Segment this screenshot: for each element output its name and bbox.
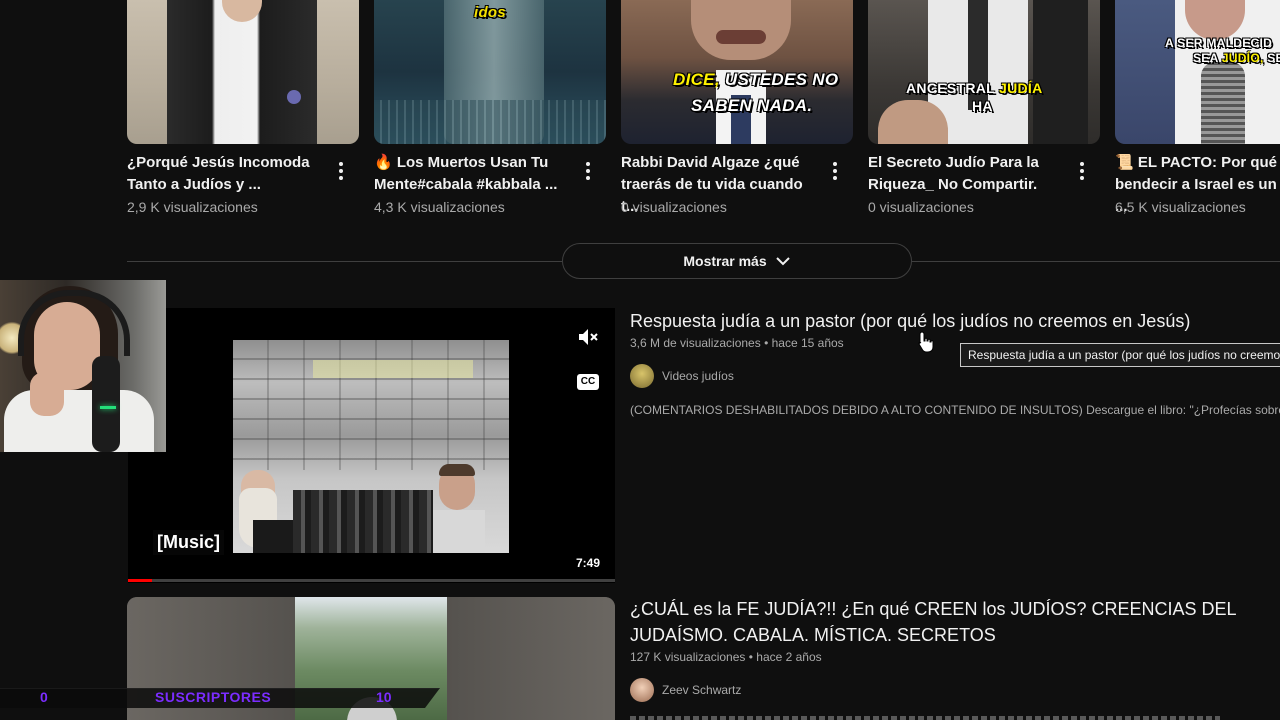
subscriber-count: 0	[40, 689, 48, 705]
channel-avatar[interactable]	[630, 678, 654, 702]
thumbnail-caption: SABEN NADA.	[691, 96, 813, 115]
short-thumbnail[interactable]	[127, 0, 359, 144]
subscriber-goal-bar: 0 SUSCRIPTORES 10	[0, 688, 440, 708]
subscriber-goal: 10	[376, 689, 392, 705]
more-options-icon[interactable]	[829, 160, 841, 182]
thumbnail-caption: A SER MALDECID	[1165, 36, 1273, 50]
rabbi-figure	[233, 470, 293, 553]
show-more-button[interactable]: Mostrar más	[562, 243, 912, 279]
more-options-icon[interactable]	[1076, 160, 1088, 182]
short-title[interactable]: 🔥 Los Muertos Usan Tu Mente#cabala #kabb…	[374, 152, 574, 196]
thumbnail-caption: HA	[972, 98, 993, 114]
more-options-icon[interactable]	[335, 160, 347, 182]
short-views: 2,9 K visualizaciones	[127, 199, 258, 215]
short-card[interactable]: ANCESTRAL JUDÍA HA El Secreto Judío Para…	[868, 0, 1100, 215]
subscriber-label: SUSCRIPTORES	[155, 689, 272, 705]
short-title[interactable]: El Secreto Judío Para la Riqueza_ No Com…	[868, 152, 1068, 196]
short-card[interactable]: DICE, USTEDES NO SABEN NADA. Rabbi David…	[621, 0, 853, 215]
video-title[interactable]: ¿CUÁL es la FE JUDÍA?!! ¿En qué CREEN lo…	[630, 596, 1275, 648]
more-options-icon[interactable]	[582, 160, 594, 182]
channel-link[interactable]: Videos judíos	[630, 364, 734, 388]
progress-bar-fill	[128, 579, 153, 582]
thumbnail-caption: idos	[474, 4, 507, 21]
mouse-cursor-icon	[918, 331, 934, 353]
progress-bar[interactable]	[128, 579, 615, 582]
video-player[interactable]: CC [Music] 7:49	[128, 308, 615, 583]
divider	[910, 261, 1280, 262]
short-views: 6,5 K visualizaciones	[1115, 199, 1246, 215]
video-title[interactable]: Respuesta judía a un pastor (por qué los…	[630, 308, 1190, 334]
microphone	[92, 356, 120, 452]
short-thumbnail[interactable]: ANCESTRAL JUDÍA HA	[868, 0, 1100, 144]
mute-icon[interactable]	[576, 325, 600, 349]
video-meta: 127 K visualizaciones • hace 2 años	[630, 650, 822, 664]
title-tooltip: Respuesta judía a un pastor (por qué los…	[960, 343, 1280, 367]
short-title[interactable]: ¿Porqué Jesús Incomoda Tanto a Judíos y …	[127, 152, 327, 196]
short-thumbnail[interactable]: idos	[374, 0, 606, 144]
video-meta: 3,6 M de visualizaciones • hace 15 años	[630, 336, 844, 350]
thumbnail-caption: DICE, USTEDES NO	[673, 70, 839, 89]
thumbnail-caption: SEA JUDÍO, SEA	[1193, 51, 1280, 65]
video-frame	[233, 340, 509, 553]
video-duration: 7:49	[576, 556, 601, 570]
chevron-down-icon	[775, 257, 790, 266]
short-views: 0 visualizaciones	[621, 199, 727, 215]
show-more-label: Mostrar más	[683, 253, 767, 269]
short-card[interactable]: ¿Porqué Jesús Incomoda Tanto a Judíos y …	[127, 0, 359, 215]
description-fragment	[630, 716, 1220, 720]
closed-captions-button[interactable]: CC	[577, 374, 599, 390]
short-thumbnail[interactable]: A SER MALDECID SEA JUDÍO, SEA	[1115, 0, 1280, 144]
channel-name[interactable]: Videos judíos	[662, 369, 734, 383]
short-thumbnail[interactable]: DICE, USTEDES NO SABEN NADA.	[621, 0, 853, 144]
thumbnail-caption: ANCESTRAL JUDÍA	[906, 80, 1043, 96]
divider	[127, 261, 562, 262]
video-description: (COMENTARIOS DESHABILITADOS DEBIDO A ALT…	[630, 403, 1280, 417]
short-card[interactable]: A SER MALDECID SEA JUDÍO, SEA 📜 EL PACTO…	[1115, 0, 1280, 215]
channel-avatar[interactable]	[630, 364, 654, 388]
short-views: 0 visualizaciones	[868, 199, 974, 215]
webcam-overlay	[0, 280, 166, 452]
channel-link[interactable]: Zeev Schwartz	[630, 678, 741, 702]
short-views: 4,3 K visualizaciones	[374, 199, 505, 215]
subtitle-text: [Music]	[153, 530, 224, 555]
short-card[interactable]: idos 🔥 Los Muertos Usan Tu Mente#cabala …	[374, 0, 606, 215]
channel-name[interactable]: Zeev Schwartz	[662, 683, 741, 697]
